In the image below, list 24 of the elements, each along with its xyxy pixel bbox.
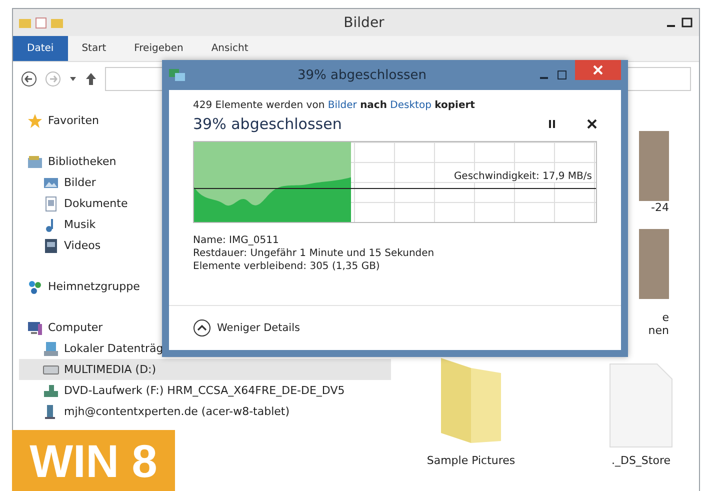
nav-label: Heimnetzgruppe <box>48 280 140 293</box>
nav-label: Musik <box>64 218 96 231</box>
copy-summary: 429 Elemente werden von Bilder nach Desktop kopiert <box>193 100 476 111</box>
file-label: e <box>662 311 669 324</box>
nav-label: Bibliotheken <box>48 155 116 168</box>
file-label: -24 <box>651 201 669 214</box>
nav-label: Computer <box>48 321 103 334</box>
nav-label: Videos <box>64 239 101 252</box>
file-label: nen <box>648 324 669 337</box>
detail-text: Restdauer: Ungefähr 1 Minute und 15 Sekunden <box>193 248 436 259</box>
nav-label: Favoriten <box>48 114 99 127</box>
nav-label: Bilder <box>64 176 96 189</box>
window-title: Bilder <box>342 14 386 30</box>
nav-label: mjh@contentxperten.de (acer-w8-tablet) <box>64 405 290 418</box>
detail-text: Name: IMG_0511 <box>193 235 280 246</box>
nav-label: Dokumente <box>64 197 128 210</box>
progress-heading: 39% abgeschlossen <box>193 115 343 133</box>
detail-text: Elemente verbleibend: 305 (1,35 GB) <box>193 261 381 272</box>
dialog-title: 39% abgeschlossen <box>296 68 428 82</box>
nav-label: MULTIMEDIA (D:) <box>64 363 156 376</box>
nav-label: DVD-Laufwerk (F:) HRM_CCSA_X64FRE_DE-DE_DV5 <box>64 384 345 397</box>
badge: WIN 8 <box>12 430 175 491</box>
nav-label: Lokaler Datenträg <box>64 342 164 355</box>
speed-label: Geschwindigkeit: 17,9 MB/s <box>454 171 592 182</box>
